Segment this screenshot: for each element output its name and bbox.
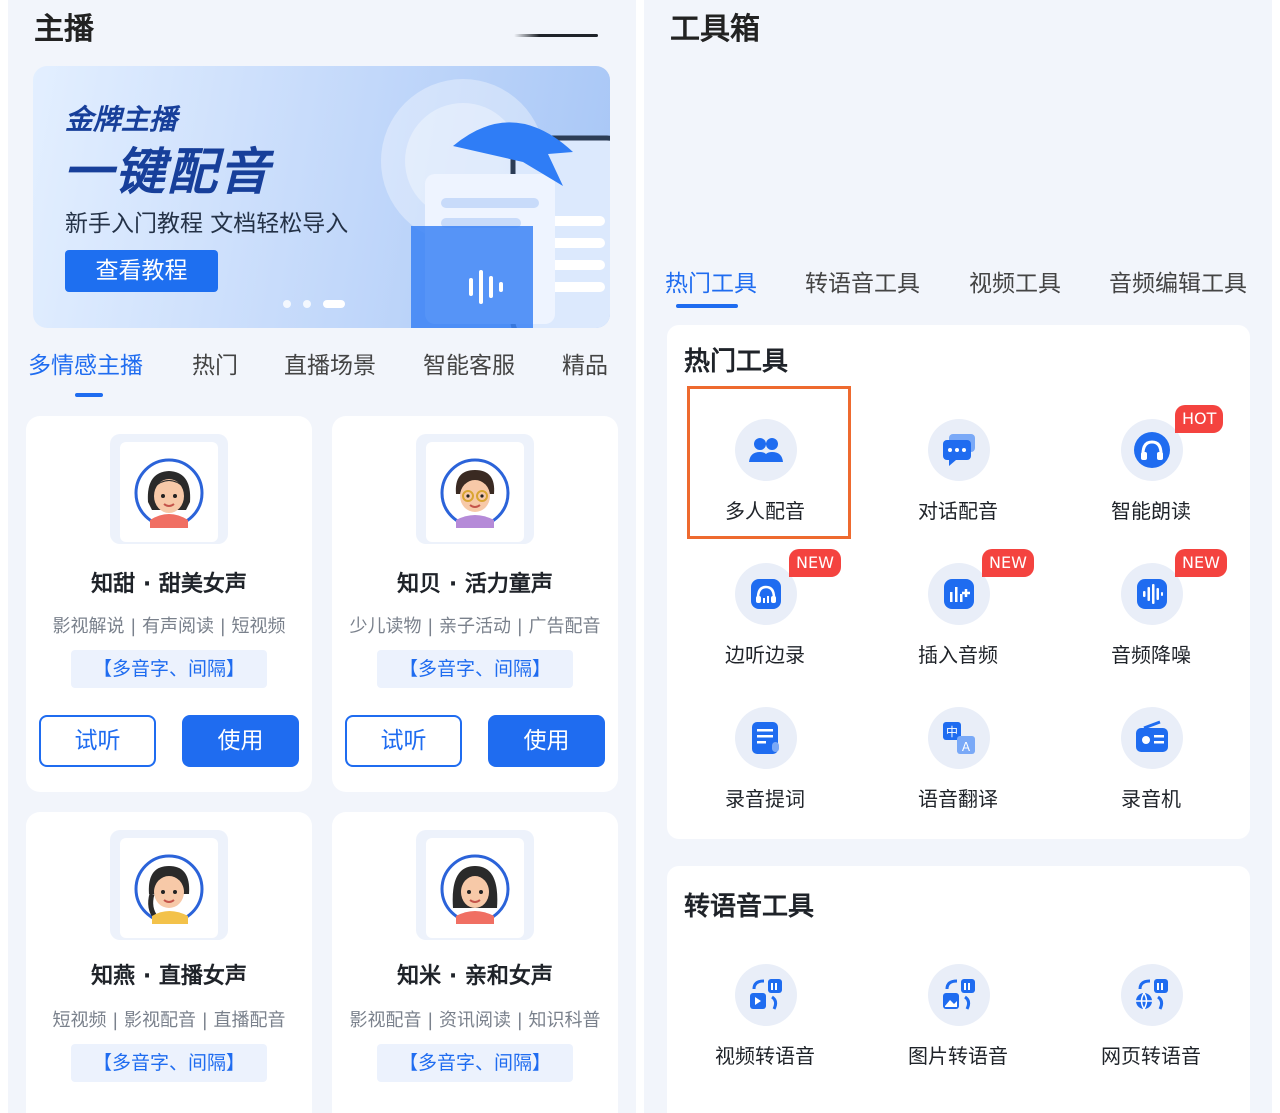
- use-voice-button[interactable]: 使用: [182, 715, 299, 767]
- section-title: 转语音工具: [684, 892, 815, 922]
- voice-card[interactable]: 知米 · 亲和女声 影视配音 | 资讯阅读 | 知识科普 【多音字、间隔】: [332, 812, 618, 1113]
- voice-feature-badge: 【多音字、间隔】: [71, 1044, 267, 1082]
- tab-hot[interactable]: 热门: [192, 346, 238, 380]
- banner-pagination[interactable]: [283, 300, 345, 308]
- new-badge: NEW: [789, 549, 841, 577]
- tab-indicator: [676, 304, 738, 308]
- teleprompter-icon: [735, 707, 797, 769]
- tab-audio-edit-tools[interactable]: 音频编辑工具: [1109, 264, 1247, 298]
- title-decoration: [514, 34, 598, 37]
- tool-label: 图片转语音: [908, 1044, 1008, 1068]
- voice-name: 知甜 · 甜美女声: [91, 572, 247, 597]
- headphones-icon: [1121, 419, 1183, 481]
- page-title: 工具箱: [670, 12, 760, 47]
- voice-card[interactable]: 知甜 · 甜美女声 影视解说 | 有声阅读 | 短视频 【多音字、间隔】 试听 …: [26, 416, 312, 792]
- voice-name: 知贝 · 活力童声: [397, 572, 553, 597]
- tool-label: 插入音频: [918, 643, 998, 667]
- denoise-icon: [1121, 563, 1183, 625]
- try-listen-button[interactable]: 试听: [345, 715, 462, 767]
- voice-name: 知米 · 亲和女声: [397, 964, 553, 989]
- tool-label: 音频降噪: [1111, 643, 1191, 667]
- tool-label: 语音翻译: [918, 787, 998, 811]
- tool-label: 对话配音: [918, 499, 998, 523]
- hot-badge: HOT: [1175, 405, 1224, 433]
- tab-multi-emotion[interactable]: 多情感主播: [28, 346, 143, 380]
- toolbox-tabs: 热门工具 转语音工具 视频工具 音频编辑工具: [644, 264, 1272, 314]
- tab-video-tools[interactable]: 视频工具: [969, 264, 1061, 298]
- translate-icon: 中A: [928, 707, 990, 769]
- web-to-speech-icon: [1121, 964, 1183, 1026]
- tool-label: 录音提词: [725, 787, 805, 811]
- new-badge: NEW: [982, 549, 1034, 577]
- voice-name: 知燕 · 直播女声: [91, 964, 247, 989]
- voice-tags: 少儿读物 | 亲子活动 | 广告配音: [349, 616, 601, 637]
- page-title: 主播: [34, 12, 94, 47]
- avatar-frame: [416, 830, 534, 940]
- record-listen-icon: [735, 563, 797, 625]
- tab-indicator: [75, 393, 103, 397]
- pagination-dot[interactable]: [283, 300, 291, 308]
- voice-card[interactable]: 知贝 · 活力童声 少儿读物 | 亲子活动 | 广告配音 【多音字、间隔】 试听…: [332, 416, 618, 792]
- tab-speech-tools[interactable]: 转语音工具: [805, 264, 920, 298]
- avatar-girl-icon: [134, 458, 204, 528]
- tool-dialogue-voice[interactable]: 对话配音: [883, 405, 1033, 535]
- voice-anchor-panel: 主播 金牌主播 一键配音 新手入门教程 文档轻松导入 查看教程 多情感主播 热门…: [8, 0, 636, 1113]
- tool-audio-denoise[interactable]: NEW 音频降噪: [1076, 549, 1227, 679]
- voice-feature-badge: 【多音字、间隔】: [377, 1044, 573, 1082]
- category-tabs: 多情感主播 热门 直播场景 智能客服 精品: [8, 346, 636, 398]
- tool-web-to-speech[interactable]: 网页转语音: [1076, 950, 1226, 1080]
- tab-live-scene[interactable]: 直播场景: [284, 346, 376, 380]
- banner-headline: 一键配音: [63, 143, 271, 201]
- tool-label: 录音机: [1121, 787, 1181, 811]
- svg-text:A: A: [962, 740, 971, 754]
- voice-card[interactable]: 知燕 · 直播女声 短视频 | 影视配音 | 直播配音 【多音字、间隔】: [26, 812, 312, 1113]
- video-to-speech-icon: [735, 964, 797, 1026]
- avatar-girl-braid-icon: [134, 854, 204, 924]
- tool-voice-translate[interactable]: 中A 语音翻译: [883, 693, 1033, 823]
- avatar-child-icon: [440, 458, 510, 528]
- tool-label: 智能朗读: [1111, 499, 1191, 523]
- avatar-girl-long-hair-icon: [440, 854, 510, 924]
- view-tutorial-button[interactable]: 查看教程: [65, 250, 218, 292]
- tab-smart-service[interactable]: 智能客服: [423, 346, 515, 380]
- voice-feature-badge: 【多音字、间隔】: [71, 650, 267, 688]
- use-voice-button[interactable]: 使用: [488, 715, 605, 767]
- tool-listen-record[interactable]: NEW 边听边录: [690, 549, 841, 679]
- tool-label: 视频转语音: [715, 1044, 815, 1068]
- pagination-dot[interactable]: [303, 300, 311, 308]
- avatar-frame: [110, 830, 228, 940]
- tool-label: 网页转语音: [1101, 1044, 1201, 1068]
- speech-tools-section: 转语音工具 视频转语音 图片转语音 网页转语音: [667, 866, 1250, 1113]
- try-listen-button[interactable]: 试听: [39, 715, 156, 767]
- insert-audio-icon: [928, 563, 990, 625]
- tool-image-to-speech[interactable]: 图片转语音: [883, 950, 1033, 1080]
- voice-feature-badge: 【多音字、间隔】: [377, 650, 573, 688]
- new-badge: NEW: [1175, 549, 1227, 577]
- tab-hot-tools[interactable]: 热门工具: [665, 264, 757, 298]
- voice-tags: 影视配音 | 资讯阅读 | 知识科普: [349, 1010, 601, 1031]
- voice-tags: 影视解说 | 有声阅读 | 短视频: [52, 616, 286, 637]
- avatar-frame: [416, 434, 534, 544]
- section-title: 热门工具: [684, 347, 789, 377]
- chat-icon: [928, 419, 990, 481]
- recorder-icon: [1121, 707, 1183, 769]
- tool-video-to-speech[interactable]: 视频转语音: [690, 950, 840, 1080]
- voice-tags: 短视频 | 影视配音 | 直播配音: [52, 1010, 286, 1031]
- tool-insert-audio[interactable]: NEW 插入音频: [883, 549, 1034, 679]
- pagination-dot-active[interactable]: [323, 300, 345, 308]
- tool-smart-reading[interactable]: HOT 智能朗读: [1076, 405, 1226, 535]
- avatar-frame: [110, 434, 228, 544]
- tab-premium[interactable]: 精品: [562, 346, 608, 380]
- svg-text:中: 中: [946, 724, 958, 739]
- tool-recorder[interactable]: 录音机: [1076, 693, 1226, 823]
- toolbox-panel: 工具箱 热门工具 转语音工具 视频工具 音频编辑工具 热门工具 多人配音 对话配…: [644, 0, 1272, 1113]
- selection-highlight: [687, 386, 851, 539]
- banner-description: 新手入门教程 文档轻松导入: [65, 211, 349, 237]
- tool-label: 边听边录: [725, 643, 805, 667]
- document-audio-illustration: [381, 79, 610, 328]
- image-to-speech-icon: [928, 964, 990, 1026]
- tool-teleprompter[interactable]: 录音提词: [690, 693, 840, 823]
- promo-banner[interactable]: 金牌主播 一键配音 新手入门教程 文档轻松导入 查看教程: [33, 66, 610, 328]
